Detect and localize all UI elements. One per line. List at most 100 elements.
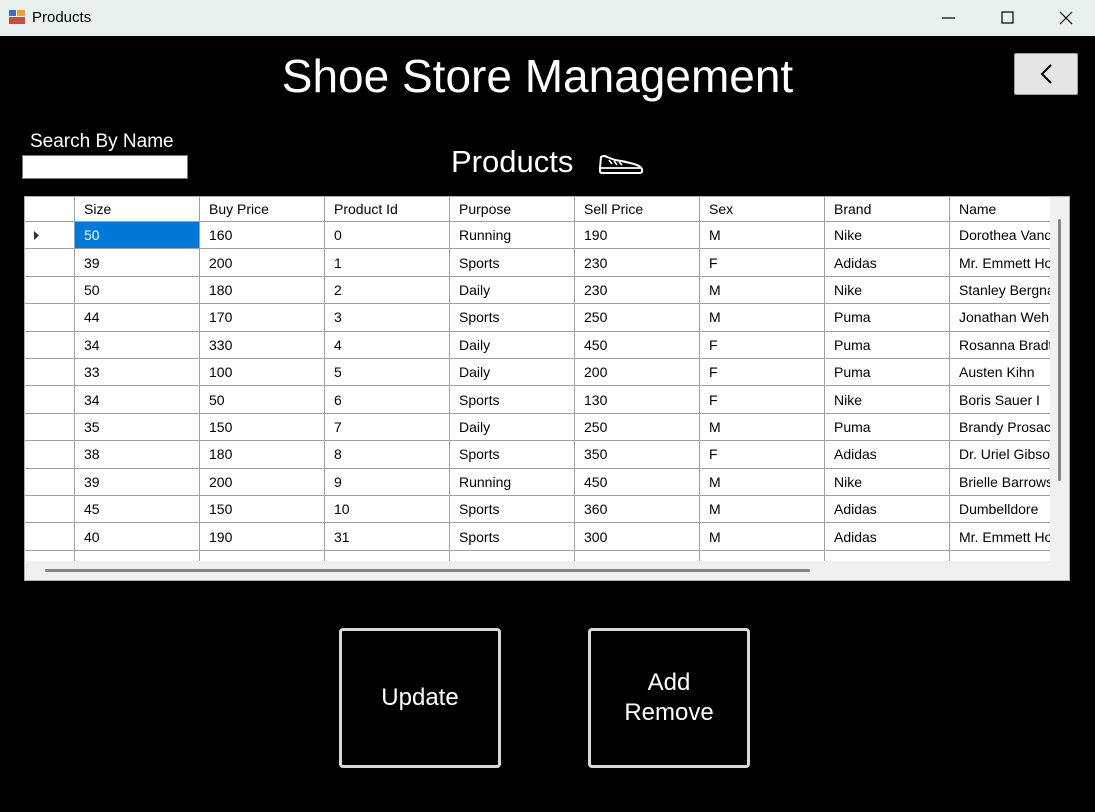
table-cell[interactable]: Sports — [450, 496, 575, 524]
table-cell[interactable]: 8 — [325, 441, 450, 469]
table-cell[interactable]: 34 — [75, 331, 200, 359]
table-cell[interactable]: 200 — [200, 249, 325, 277]
table-cell[interactable]: M — [700, 523, 825, 551]
table-cell[interactable]: 34 — [75, 386, 200, 414]
table-cell[interactable]: Austen Kihn — [950, 359, 1050, 387]
row-header[interactable] — [25, 222, 75, 250]
search-input[interactable] — [22, 155, 188, 179]
table-cell[interactable]: 160 — [200, 222, 325, 250]
table-cell[interactable]: 100 — [200, 359, 325, 387]
table-cell[interactable]: Puma — [825, 304, 950, 332]
table-cell[interactable] — [825, 550, 950, 561]
table-cell[interactable]: 450 — [575, 468, 700, 496]
table-cell[interactable]: Brielle Barrows D — [950, 469, 1050, 496]
table-cell[interactable]: Sports — [450, 304, 575, 332]
table-cell[interactable]: 4 — [325, 331, 450, 359]
table-cell[interactable]: M — [700, 276, 825, 305]
table-cell[interactable]: 360 — [575, 496, 700, 524]
table-cell[interactable]: 330 — [200, 331, 325, 359]
table-cell[interactable]: Daily — [450, 413, 575, 442]
row-header[interactable] — [25, 523, 75, 551]
table-cell[interactable]: 40 — [75, 523, 200, 551]
add-remove-button[interactable]: Add Remove — [588, 628, 750, 768]
table-cell[interactable]: M — [700, 468, 825, 496]
table-cell[interactable]: M — [700, 222, 825, 250]
minimize-button[interactable] — [920, 0, 978, 36]
column-header[interactable]: Sex — [700, 197, 825, 222]
table-cell[interactable]: M — [700, 496, 825, 524]
table-row[interactable]: 34 50 6 Sports 130 F Nike Boris Sauer I — [25, 386, 1050, 414]
table-cell[interactable]: 450 — [575, 331, 700, 359]
column-header[interactable]: Sell Price — [575, 197, 700, 222]
table-row[interactable]: 392009Running450MNikeBrielle Barrows D — [25, 468, 1050, 496]
table-row[interactable]: 34 330 4 Daily 450 F Puma Rosanna Bradtk — [25, 331, 1050, 359]
table-cell[interactable]: 10 — [325, 496, 450, 524]
column-header[interactable]: Purpose — [450, 197, 575, 222]
table-cell[interactable]: 190 — [575, 222, 700, 250]
table-cell[interactable]: Nike — [825, 468, 950, 496]
table-cell[interactable]: 2 — [325, 276, 450, 305]
table-cell[interactable]: 350 — [575, 441, 700, 469]
table-cell[interactable]: 44 — [75, 304, 200, 332]
table-cell[interactable]: 170 — [200, 304, 325, 332]
row-header[interactable] — [25, 304, 75, 332]
vertical-scrollbar[interactable] — [1050, 197, 1069, 561]
back-button[interactable] — [1014, 53, 1078, 95]
table-cell[interactable]: Sports — [450, 386, 575, 414]
table-cell[interactable]: 33 — [75, 359, 200, 387]
row-header[interactable] — [25, 496, 75, 524]
table-cell[interactable]: 7 — [325, 413, 450, 442]
table-row[interactable]: 38 180 8 Sports 350 F Adidas Dr. Uriel Gibson — [25, 441, 1050, 469]
close-button[interactable] — [1036, 0, 1094, 36]
table-cell[interactable]: 6 — [325, 386, 450, 414]
table-cell[interactable]: 38 — [75, 441, 200, 469]
table-cell[interactable]: 250 — [575, 304, 700, 332]
table-row[interactable] — [25, 550, 1050, 561]
column-header[interactable]: Product Id — [325, 197, 450, 222]
table-cell[interactable] — [950, 551, 1050, 561]
table-cell[interactable]: 45 — [75, 496, 200, 524]
table-cell[interactable] — [575, 550, 700, 561]
column-header[interactable]: Name — [950, 197, 1050, 222]
table-cell[interactable]: 50 — [200, 386, 325, 414]
table-cell[interactable]: Sports — [450, 523, 575, 551]
row-header[interactable] — [25, 468, 75, 496]
table-cell[interactable]: 130 — [575, 386, 700, 414]
products-table[interactable]: Size Buy Price Product Id Purpose Sell Price… — [24, 196, 1070, 581]
table-row[interactable]: 4019031Sports300MAdidasMr. Emmett Hom — [25, 523, 1050, 551]
table-cell[interactable]: Rosanna Bradtk — [950, 332, 1050, 359]
table-row[interactable]: 501802Daily230MNikeStanley Bergnau — [25, 276, 1050, 305]
table-row[interactable]: 50 160 0 Running 190 M Nike Dorothea Vande — [25, 222, 1050, 250]
table-cell[interactable]: Nike — [825, 222, 950, 250]
table-cell[interactable] — [450, 550, 575, 561]
table-cell[interactable]: Dorothea Vande — [950, 222, 1050, 250]
table-cell[interactable]: 230 — [575, 249, 700, 277]
table-cell[interactable]: Dr. Uriel Gibson — [950, 441, 1050, 469]
update-button[interactable]: Update — [339, 628, 501, 768]
table-cell[interactable] — [75, 550, 200, 561]
table-cell[interactable]: Daily — [450, 359, 575, 387]
table-cell[interactable]: 200 — [200, 468, 325, 496]
table-cell[interactable]: Adidas — [825, 523, 950, 551]
table-cell[interactable]: Stanley Bergnau — [950, 277, 1050, 305]
table-cell[interactable]: Mr. Emmett Hom — [950, 249, 1050, 277]
table-cell[interactable]: 0 — [325, 222, 450, 250]
table-cell[interactable]: 50 — [75, 222, 200, 250]
table-cell[interactable]: 9 — [325, 468, 450, 496]
table-cell[interactable]: Daily — [450, 276, 575, 305]
table-cell[interactable]: 150 — [200, 496, 325, 524]
table-cell[interactable] — [700, 550, 825, 561]
table-cell[interactable]: Adidas — [825, 249, 950, 277]
table-cell[interactable]: 5 — [325, 359, 450, 387]
horizontal-scrollbar[interactable] — [25, 561, 1050, 580]
row-header[interactable] — [25, 550, 75, 561]
row-header[interactable] — [25, 359, 75, 387]
table-row[interactable]: 44 170 3 Sports 250 M Puma Jonathan Wehn — [25, 304, 1050, 332]
table-cell[interactable]: F — [700, 249, 825, 277]
table-cell[interactable]: 50 — [75, 276, 200, 305]
table-cell[interactable]: 150 — [200, 413, 325, 442]
row-header[interactable] — [25, 386, 75, 414]
table-cell[interactable]: Jonathan Wehn — [950, 304, 1050, 332]
table-cell[interactable]: M — [700, 413, 825, 442]
table-cell[interactable]: Puma — [825, 331, 950, 359]
